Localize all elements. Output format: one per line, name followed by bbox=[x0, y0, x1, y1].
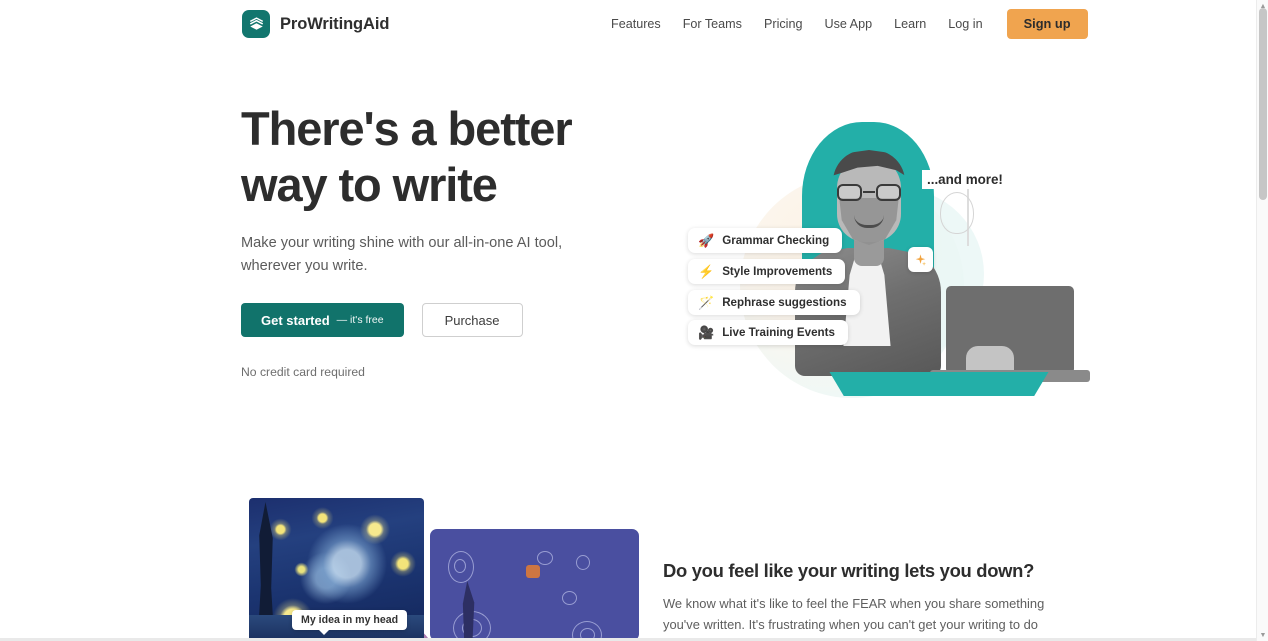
sketch-orange-mark bbox=[526, 565, 540, 578]
hero-title-line-1: There's a better bbox=[241, 102, 573, 155]
feature-card-label: Rephrase suggestions bbox=[722, 296, 847, 309]
hero-subtitle: Make your writing shine with our all-in-… bbox=[241, 235, 563, 275]
get-started-sublabel: — it's free bbox=[336, 314, 384, 326]
get-started-label: Get started bbox=[261, 312, 330, 328]
main-navigation: Features For Teams Pricing Use App Learn… bbox=[600, 0, 1088, 48]
sketch-swirl bbox=[454, 559, 466, 573]
brand-name: ProWritingAid bbox=[280, 14, 390, 33]
starry-night-sketch-image bbox=[430, 529, 639, 641]
hero-title: There's a better way to write bbox=[241, 101, 641, 214]
page-scrollbar[interactable]: ▲ ▼ bbox=[1256, 0, 1268, 641]
my-idea-tooltip: My idea in my head bbox=[292, 610, 408, 635]
video-camera-icon: 🎥 bbox=[698, 325, 715, 340]
feature-card-style-improvements[interactable]: ⚡ Style Improvements bbox=[688, 259, 846, 284]
scroll-down-arrow-icon[interactable]: ▼ bbox=[1257, 629, 1268, 641]
feature-card-label: Live Training Events bbox=[722, 326, 835, 339]
magic-wand-icon: 🪄 bbox=[698, 295, 715, 310]
site-header: ProWritingAid Features For Teams Pricing… bbox=[0, 0, 1256, 48]
nav-item-features[interactable]: Features bbox=[600, 12, 672, 37]
nav-item-for-teams[interactable]: For Teams bbox=[672, 12, 753, 37]
feature-card-label: Style Improvements bbox=[722, 265, 833, 278]
glasses-left-lens bbox=[837, 184, 862, 201]
purchase-button[interactable]: Purchase bbox=[421, 303, 523, 337]
sketch-star bbox=[537, 551, 553, 565]
no-credit-card-note: No credit card required bbox=[241, 365, 365, 379]
sketch-star bbox=[576, 555, 590, 570]
section2-title: Do you feel like your writing lets you d… bbox=[663, 560, 1035, 581]
lightning-icon: ⚡ bbox=[698, 264, 715, 279]
balloon-outline-icon bbox=[940, 192, 974, 234]
nav-item-learn[interactable]: Learn bbox=[883, 12, 937, 37]
nav-item-log-in[interactable]: Log in bbox=[937, 12, 993, 37]
sparkle-badge bbox=[908, 247, 933, 272]
brand-logo-link[interactable]: ProWritingAid bbox=[242, 10, 389, 38]
feature-card-live-training-events[interactable]: 🎥 Live Training Events bbox=[688, 320, 848, 345]
page-root: ProWritingAid Features For Teams Pricing… bbox=[0, 0, 1268, 641]
starry-night-comparison: My idea in my head bbox=[249, 498, 639, 641]
glasses-bridge bbox=[863, 191, 875, 193]
section-writing-lets-you-down: Do you feel like your writing lets you d… bbox=[663, 560, 1058, 641]
hero-title-line-2: way to write bbox=[241, 158, 498, 212]
scrollbar-thumb[interactable] bbox=[1259, 8, 1267, 200]
hero-cta-group: Get started — it's free Purchase bbox=[241, 303, 523, 337]
sign-up-button[interactable]: Sign up bbox=[1006, 8, 1088, 40]
stacked-pages-icon bbox=[242, 10, 270, 38]
hero-illustration: 🚀 Grammar Checking ⚡ Style Improvements … bbox=[662, 92, 1090, 398]
and-more-callout: ...and more! bbox=[922, 170, 1008, 189]
nav-item-use-app[interactable]: Use App bbox=[813, 12, 883, 37]
illustration-teal-base bbox=[829, 372, 1049, 396]
glasses-icon bbox=[836, 184, 902, 202]
sketch-star bbox=[562, 591, 577, 605]
feature-card-rephrase-suggestions[interactable]: 🪄 Rephrase suggestions bbox=[688, 290, 860, 315]
get-started-button[interactable]: Get started — it's free bbox=[241, 303, 404, 337]
feature-card-label: Grammar Checking bbox=[722, 234, 830, 247]
rocket-icon: 🚀 bbox=[698, 233, 715, 248]
section2-body: We know what it's like to feel the FEAR … bbox=[663, 596, 1045, 641]
nav-item-pricing[interactable]: Pricing bbox=[753, 12, 814, 37]
feature-card-grammar-checking[interactable]: 🚀 Grammar Checking bbox=[688, 228, 843, 253]
sparkle-icon bbox=[915, 254, 927, 266]
glasses-right-lens bbox=[876, 184, 901, 201]
